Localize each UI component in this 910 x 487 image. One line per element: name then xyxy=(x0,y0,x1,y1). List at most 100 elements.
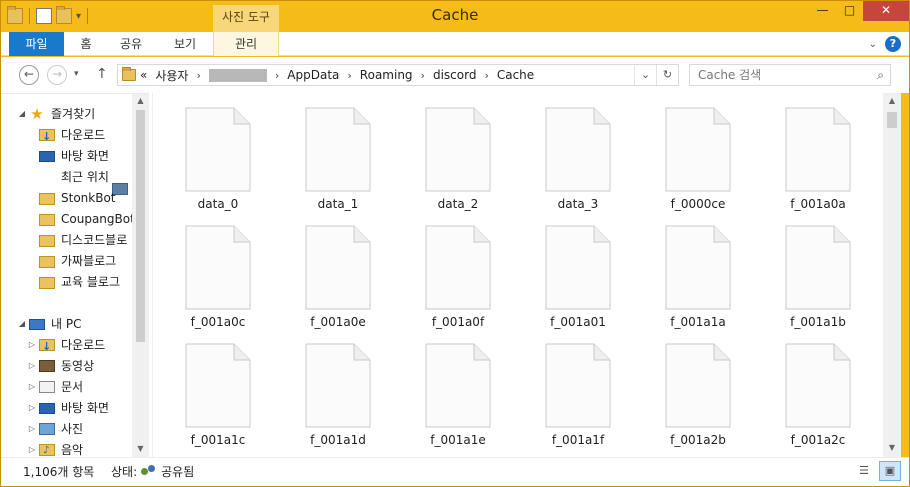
item-count: 1,106개 항목 xyxy=(23,465,95,479)
file-item[interactable]: f_001a0a xyxy=(753,93,863,211)
breadcrumb-roaming[interactable]: Roaming xyxy=(360,68,413,82)
nav-label: 내 PC xyxy=(51,317,82,331)
collapsed-arrow-icon[interactable]: ▷ xyxy=(27,335,37,355)
file-item[interactable]: data_0 xyxy=(153,93,263,211)
breadcrumb-cache[interactable]: Cache xyxy=(497,68,534,82)
collapsed-arrow-icon[interactable]: ▷ xyxy=(27,398,37,418)
generic-file-icon xyxy=(185,343,251,428)
chevron-right-icon[interactable]: › xyxy=(196,69,200,82)
back-button[interactable]: ← xyxy=(19,65,39,85)
share-status: 상태: 공유됨 xyxy=(111,463,194,480)
nav-pc-videos[interactable]: ▷ 동영상 xyxy=(27,356,94,376)
collapsed-arrow-icon[interactable]: ▷ xyxy=(27,440,37,457)
expanded-arrow-icon[interactable]: ◢ xyxy=(17,314,27,334)
file-item[interactable]: f_001a1a xyxy=(633,211,743,329)
file-item[interactable]: f_001a2c xyxy=(753,329,863,447)
expanded-arrow-icon[interactable]: ◢ xyxy=(17,104,27,124)
recent-locations-icon[interactable]: ▾ xyxy=(74,69,79,79)
nav-item-discord-blog[interactable]: 디스코드블로 xyxy=(39,230,127,250)
nav-label: 음악 xyxy=(61,443,84,457)
file-name: f_001a01 xyxy=(550,315,606,329)
breadcrumb-appdata[interactable]: AppData xyxy=(287,68,339,82)
nav-favorites[interactable]: ◢ ★ 즐겨찾기 xyxy=(17,104,95,124)
collapsed-arrow-icon[interactable]: ▷ xyxy=(27,419,37,439)
music-icon xyxy=(39,441,55,457)
tab-view[interactable]: 보기 xyxy=(159,32,211,56)
file-item[interactable]: f_001a1f xyxy=(513,329,623,447)
ribbon-controls: ⌄ ? xyxy=(869,36,901,52)
scroll-down-icon[interactable]: ▼ xyxy=(132,444,149,453)
generic-file-icon xyxy=(425,343,491,428)
chevron-right-icon[interactable]: › xyxy=(484,69,488,82)
nav-pc-music[interactable]: ▷ 음악 xyxy=(27,440,83,457)
close-button[interactable]: ✕ xyxy=(863,1,909,21)
forward-button[interactable]: → xyxy=(47,65,67,85)
chevron-down-icon[interactable]: ⌄ xyxy=(634,65,656,85)
expand-ribbon-icon[interactable]: ⌄ xyxy=(869,39,877,50)
nav-pc-desktop[interactable]: ▷ 바탕 화면 xyxy=(27,398,109,418)
nav-label: 다운로드 xyxy=(61,128,106,142)
nav-label: 교육 블로그 xyxy=(61,275,121,289)
nav-pc-downloads[interactable]: ▷ 다운로드 xyxy=(27,335,105,357)
file-item[interactable]: f_001a2b xyxy=(633,329,743,447)
maximize-button[interactable]: □ xyxy=(836,1,863,21)
tab-home[interactable]: 홈 xyxy=(67,32,105,56)
scroll-up-icon[interactable]: ▲ xyxy=(883,96,901,105)
large-icons-view-icon[interactable]: ▣ xyxy=(879,461,901,481)
nav-this-pc[interactable]: ◢ 내 PC xyxy=(17,314,82,334)
help-icon[interactable]: ? xyxy=(885,36,901,52)
chevron-right-icon[interactable]: › xyxy=(421,69,425,82)
file-item[interactable]: data_3 xyxy=(513,93,623,211)
nav-label: CoupangBot xyxy=(61,212,135,226)
scroll-down-icon[interactable]: ▼ xyxy=(883,443,901,452)
nav-pc-pictures[interactable]: ▷ 사진 xyxy=(27,419,83,439)
window-title: Cache xyxy=(431,6,479,24)
nav-pc-documents[interactable]: ▷ 문서 xyxy=(27,377,83,397)
nav-item-downloads[interactable]: 다운로드 xyxy=(39,125,106,147)
collapsed-arrow-icon[interactable]: ▷ xyxy=(27,377,37,397)
generic-file-icon xyxy=(785,107,851,192)
breadcrumb-overflow[interactable]: « xyxy=(140,68,147,82)
content-scrollbar[interactable]: ▲ ▼ xyxy=(883,93,901,457)
file-item[interactable]: data_1 xyxy=(273,93,383,211)
nav-item-fake-blog[interactable]: 가짜블로그 xyxy=(39,251,116,271)
file-item[interactable]: f_001a1e xyxy=(393,329,503,447)
chevron-right-icon[interactable]: › xyxy=(275,69,279,82)
file-item[interactable]: f_001a0c xyxy=(153,211,263,329)
nav-label: 바탕 화면 xyxy=(61,149,109,163)
ribbon-tabs: 파일 홈 공유 보기 관리 ⌄ ? xyxy=(1,32,909,56)
nav-item-recent[interactable]: 최근 위치 xyxy=(39,167,128,195)
nav-item-stonkbot[interactable]: StonkBot xyxy=(39,188,116,208)
search-input[interactable]: Cache 검색 ⌕ xyxy=(689,64,891,86)
nav-item-coupangbot[interactable]: CoupangBot xyxy=(39,209,135,229)
file-item[interactable]: f_001a0e xyxy=(273,211,383,329)
scroll-up-icon[interactable]: ▲ xyxy=(132,96,149,105)
chevron-right-icon[interactable]: › xyxy=(347,69,351,82)
scroll-thumb[interactable] xyxy=(136,110,145,342)
collapsed-arrow-icon[interactable]: ▷ xyxy=(27,356,37,376)
file-item[interactable]: data_2 xyxy=(393,93,503,211)
search-icon[interactable]: ⌕ xyxy=(877,65,884,85)
scroll-thumb[interactable] xyxy=(887,112,897,128)
nav-item-desktop[interactable]: 바탕 화면 xyxy=(39,146,109,166)
nav-scrollbar[interactable]: ▲ ▼ xyxy=(132,94,149,457)
tab-file[interactable]: 파일 xyxy=(9,32,64,56)
up-button[interactable]: ↑ xyxy=(96,66,108,82)
breadcrumb-users[interactable]: 사용자 xyxy=(155,67,188,84)
refresh-icon[interactable]: ↻ xyxy=(656,65,678,85)
file-item[interactable]: f_001a0f xyxy=(393,211,503,329)
file-item[interactable]: f_001a01 xyxy=(513,211,623,329)
tab-manage[interactable]: 관리 xyxy=(213,32,279,56)
address-bar[interactable]: « 사용자 › › AppData › Roaming › discord › … xyxy=(117,64,679,86)
tab-share[interactable]: 공유 xyxy=(109,32,153,56)
file-item[interactable]: f_001a1c xyxy=(153,329,263,447)
minimize-button[interactable]: — xyxy=(809,1,836,21)
desktop-icon xyxy=(39,402,55,414)
file-item[interactable]: f_0000ce xyxy=(633,93,743,211)
file-item[interactable]: f_001a1b xyxy=(753,211,863,329)
file-item[interactable]: f_001a1d xyxy=(273,329,383,447)
download-folder-icon xyxy=(39,127,55,147)
details-view-icon[interactable]: ☰ xyxy=(853,461,875,481)
breadcrumb-discord[interactable]: discord xyxy=(433,68,476,82)
nav-item-edu-blog[interactable]: 교육 블로그 xyxy=(39,272,120,292)
